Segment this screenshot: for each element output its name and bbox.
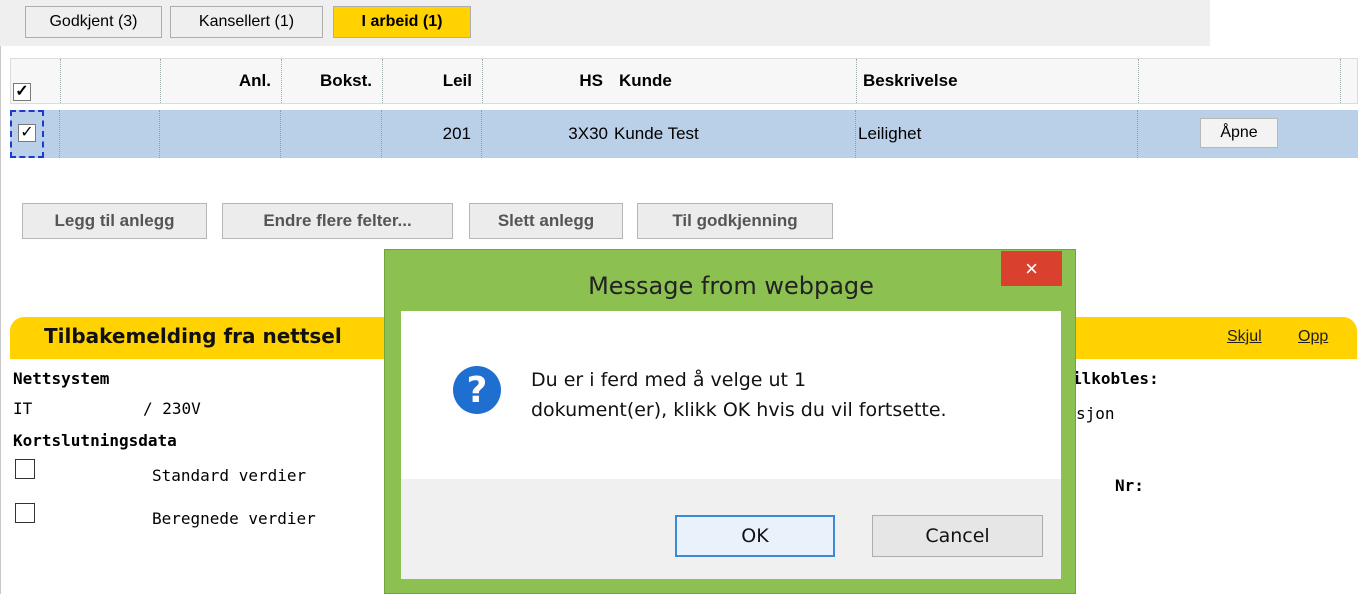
cell-kunde: Kunde Test bbox=[612, 110, 856, 158]
table-row[interactable]: ✓ 201 3X30 Kunde Test Leilighet Åpne bbox=[10, 110, 1358, 158]
ok-button[interactable]: OK bbox=[675, 515, 835, 557]
left-border bbox=[0, 0, 1, 594]
to-approval-button[interactable]: Til godkjenning bbox=[637, 203, 833, 239]
hide-link[interactable]: Skjul bbox=[1227, 328, 1262, 346]
header-bokst[interactable]: Bokst. bbox=[282, 59, 383, 103]
computed-values-label: Beregnede verdier bbox=[152, 509, 316, 528]
dialog-message-line1: Du er i ferd med å velge ut 1 bbox=[531, 369, 807, 391]
nr-label: Nr: bbox=[1115, 476, 1144, 495]
cell-bokst bbox=[281, 110, 382, 158]
header-beskrivelse[interactable]: Beskrivelse bbox=[857, 59, 1139, 103]
dialog-message: Du er i ferd med å velge ut 1 dokument(e… bbox=[531, 365, 947, 425]
standard-values-checkbox[interactable] bbox=[15, 459, 35, 479]
cell-hs: 3X30 bbox=[568, 124, 608, 143]
edit-more-fields-button[interactable]: Endre flere felter... bbox=[222, 203, 453, 239]
nett-type-value: IT bbox=[13, 399, 33, 418]
row-select-cell[interactable]: ✓ bbox=[10, 110, 60, 158]
header-actions bbox=[1139, 59, 1341, 103]
add-installation-button[interactable]: Legg til anlegg bbox=[22, 203, 207, 239]
panel-title: Tilbakemelding fra nettsel bbox=[44, 324, 342, 348]
standard-values-label: Standard verdier bbox=[152, 466, 307, 485]
status-tab-bar: Godkjent (3) Kansellert (1) I arbeid (1) bbox=[0, 0, 1210, 46]
cell-leil: 201 bbox=[382, 110, 482, 158]
up-link[interactable]: Opp bbox=[1298, 328, 1328, 346]
header-leil[interactable]: Leil bbox=[383, 59, 483, 103]
header-kunde[interactable]: Kunde bbox=[613, 59, 857, 103]
cancel-button[interactable]: Cancel bbox=[872, 515, 1043, 557]
header-select-all[interactable]: ✓ bbox=[11, 59, 61, 103]
tab-kansellert[interactable]: Kansellert (1) bbox=[170, 6, 323, 38]
tilkobles-label: ilkobles: bbox=[1072, 369, 1159, 388]
dialog-title: Message from webpage bbox=[588, 272, 874, 300]
voltage-value: / 230V bbox=[143, 399, 201, 418]
dialog-body: ? Du er i ferd med å velge ut 1 dokument… bbox=[401, 311, 1061, 579]
close-icon[interactable]: × bbox=[1001, 251, 1062, 286]
kortslutning-label: Kortslutningsdata bbox=[13, 431, 177, 450]
dialog-message-line2: dokument(er), klikk OK hvis du vil forts… bbox=[531, 399, 947, 421]
cell-beskrivelse: Leilighet bbox=[856, 110, 1138, 158]
row-checkbox[interactable]: ✓ bbox=[18, 124, 36, 142]
open-button[interactable]: Åpne bbox=[1200, 118, 1278, 148]
question-icon: ? bbox=[453, 366, 501, 414]
dialog-footer: OK Cancel bbox=[401, 479, 1061, 579]
cell-anl bbox=[160, 110, 281, 158]
table-header: ✓ Anl. Bokst. Leil HS Kunde Beskrivelse bbox=[10, 58, 1358, 104]
header-blank bbox=[61, 59, 161, 103]
row-blank bbox=[60, 110, 160, 158]
header-hs[interactable]: HS bbox=[483, 59, 613, 103]
nettsystem-label: Nettsystem bbox=[13, 369, 110, 388]
computed-values-checkbox[interactable] bbox=[15, 503, 35, 523]
tab-i-arbeid[interactable]: I arbeid (1) bbox=[333, 6, 471, 38]
delete-installation-button[interactable]: Slett anlegg bbox=[469, 203, 623, 239]
header-anl[interactable]: Anl. bbox=[161, 59, 282, 103]
message-dialog: Message from webpage × ? Du er i ferd me… bbox=[384, 249, 1076, 594]
sjon-fragment: sjon bbox=[1076, 404, 1115, 423]
select-all-checkbox[interactable]: ✓ bbox=[13, 83, 31, 101]
tab-godkjent[interactable]: Godkjent (3) bbox=[25, 6, 162, 38]
